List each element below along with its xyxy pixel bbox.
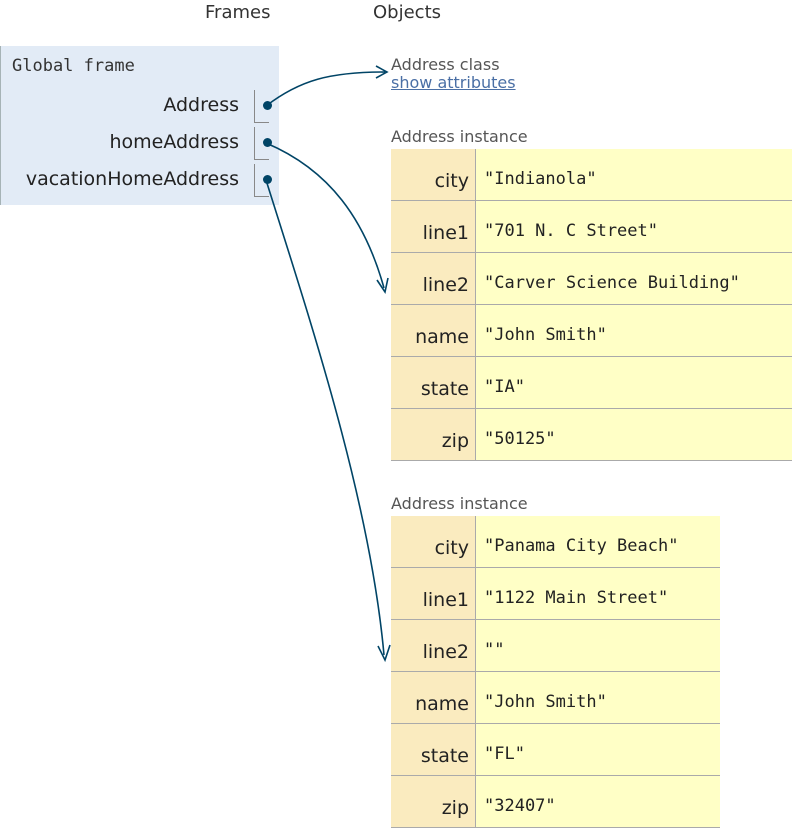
- field-value: "": [475, 619, 720, 672]
- field-value: "Indianola": [475, 149, 792, 201]
- frame-title: Global frame: [12, 56, 135, 76]
- field-value: "John Smith": [475, 304, 792, 357]
- field-row: city "Panama City Beach": [391, 516, 720, 568]
- var-name-address: Address: [163, 94, 239, 116]
- field-row: line2 "Carver Science Building": [391, 252, 792, 305]
- field-key: line2: [391, 619, 476, 672]
- arrow-vacation-to-instance-2: [265, 179, 385, 656]
- field-row: name "John Smith": [391, 304, 792, 357]
- instance-2-caption: Address instance: [391, 494, 528, 513]
- field-row: zip "32407": [391, 775, 720, 828]
- field-value: "FL": [475, 723, 720, 776]
- field-row: city "Indianola": [391, 149, 792, 201]
- field-value: "1122 Main Street": [475, 567, 720, 620]
- field-row: line1 "701 N. C Street": [391, 200, 792, 253]
- field-row: zip "50125": [391, 408, 792, 461]
- field-row: name "John Smith": [391, 671, 720, 724]
- pointer-dot-address: [263, 101, 272, 110]
- global-frame: Global frame Address homeAddress vacatio…: [0, 46, 279, 205]
- field-value: "John Smith": [475, 671, 720, 724]
- arrow-address-to-class: [265, 71, 386, 107]
- var-name-vacationhomeaddress: vacationHomeAddress: [25, 168, 239, 190]
- field-value: "Carver Science Building": [475, 252, 792, 305]
- arrowhead-icon: [376, 277, 389, 295]
- field-key: line1: [391, 567, 476, 620]
- field-value: "Panama City Beach": [475, 516, 720, 568]
- field-key: city: [391, 516, 476, 568]
- field-key: line2: [391, 252, 476, 305]
- address-instance-2: city "Panama City Beach" line1 "1122 Mai…: [391, 516, 720, 828]
- show-attributes-link[interactable]: show attributes: [391, 73, 516, 92]
- field-key: line1: [391, 200, 476, 253]
- field-key: zip: [391, 408, 476, 461]
- field-key: state: [391, 356, 476, 409]
- field-value: "50125": [475, 408, 792, 461]
- pointer-dot-vacationhomeaddress: [263, 175, 272, 184]
- address-instance-1: city "Indianola" line1 "701 N. C Street"…: [391, 149, 792, 461]
- pointer-dot-homeaddress: [263, 138, 272, 147]
- field-key: city: [391, 149, 476, 201]
- arrowhead-icon: [375, 65, 389, 79]
- objects-header: Objects: [373, 2, 442, 23]
- field-row: line1 "1122 Main Street": [391, 567, 720, 620]
- arrowhead-icon: [377, 644, 391, 663]
- field-value: "701 N. C Street": [475, 200, 792, 253]
- field-key: name: [391, 671, 476, 724]
- field-value: "32407": [475, 775, 720, 828]
- field-key: name: [391, 304, 476, 357]
- field-key: zip: [391, 775, 476, 828]
- var-name-homeaddress: homeAddress: [109, 131, 239, 153]
- field-key: state: [391, 723, 476, 776]
- address-class-caption: Address class: [391, 55, 500, 74]
- field-row: state "FL": [391, 723, 720, 776]
- field-value: "IA": [475, 356, 792, 409]
- arrow-homeaddress-to-instance-1: [265, 142, 385, 289]
- instance-1-caption: Address instance: [391, 127, 528, 146]
- field-row: line2 "": [391, 619, 720, 672]
- frames-header: Frames: [205, 2, 271, 23]
- field-row: state "IA": [391, 356, 792, 409]
